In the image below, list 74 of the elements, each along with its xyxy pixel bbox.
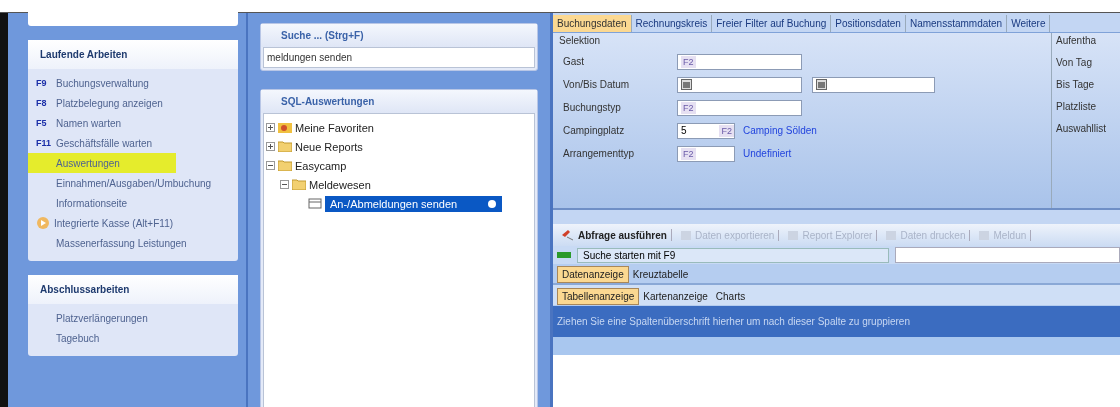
sidebar-item[interactable]: Platzverlängerungen (36, 308, 238, 328)
folder-icon (292, 179, 306, 190)
tab[interactable]: Rechnungskreis (631, 15, 713, 32)
sidebar-item[interactable]: Tagebuch (36, 328, 238, 348)
collapse-icon[interactable] (266, 161, 275, 170)
tab[interactable]: Charts (711, 288, 750, 305)
input-field[interactable]: F2 (677, 145, 735, 162)
calendar-icon[interactable] (681, 79, 692, 90)
tab[interactable]: Positionsdaten (831, 15, 906, 32)
field-label: Platzliste (1056, 101, 1097, 114)
group-title: Aufentha (1056, 35, 1098, 48)
folder-icon (278, 141, 292, 152)
tab[interactable]: Namensstammdaten (905, 15, 1008, 32)
sidebar-item[interactable]: F9 Buchungsverwaltung (36, 73, 238, 93)
brush-icon (561, 229, 575, 241)
calendar-icon[interactable] (816, 79, 827, 90)
tab[interactable]: Kreuztabelle (628, 266, 693, 283)
sidebar-item[interactable]: Massenerfassung Leistungen (36, 233, 238, 253)
input-field[interactable] (895, 247, 1120, 263)
tree-item[interactable]: Neue Reports (295, 140, 363, 153)
value-link[interactable]: Undefiniert (743, 148, 792, 159)
tab[interactable]: Freier Filter auf Buchung (712, 15, 832, 32)
favorites-folder-icon (278, 122, 292, 133)
tab[interactable]: Tabellenanzeige (557, 288, 640, 305)
collapse-icon[interactable] (280, 180, 289, 189)
input-field[interactable]: 5 F2 (677, 122, 735, 139)
value-link[interactable]: Camping Sölden (743, 125, 817, 136)
tree-item[interactable]: Meine Favoriten (295, 121, 374, 134)
panel-title: Suche ... (Strg+F) (261, 24, 537, 47)
date-field[interactable] (812, 76, 935, 93)
tab[interactable]: Datenanzeige (557, 266, 629, 283)
toolbar-icon (885, 229, 898, 241)
expand-icon[interactable] (266, 142, 275, 151)
date-field[interactable] (677, 76, 802, 93)
field-label: Gast (562, 56, 586, 67)
status-indicator (557, 252, 571, 258)
field-label: Auswahllist (1056, 123, 1108, 136)
folder-icon (278, 160, 292, 171)
toolbar-icon (679, 229, 692, 241)
field-label: Buchungstyp (562, 102, 622, 113)
field-label: Campingplatz (562, 125, 626, 136)
tab[interactable]: Weitere (1007, 15, 1051, 32)
field-label: Arrangementtyp (562, 148, 636, 159)
sidebar-item[interactable]: Informationseite (36, 193, 238, 213)
sidebar-item[interactable]: Einnahmen/Ausgaben/Umbuchung (36, 173, 238, 193)
sidebar-item[interactable]: Auswertungen (28, 153, 176, 173)
toolbar-icon (787, 229, 800, 241)
sidebar-item[interactable]: Integrierte Kasse (Alt+F11) (36, 213, 238, 233)
tab[interactable]: Buchungsdaten (553, 15, 632, 32)
tree-item[interactable]: Meldewesen (309, 178, 371, 191)
toolbar-icon (978, 229, 991, 241)
panel-title: SQL-Auswertungen (261, 90, 537, 113)
group-by-hint: Ziehen Sie eine Spaltenüberschrift hierher um nach dieser Spalte zu gruppieren (553, 306, 1120, 337)
input-field[interactable] (28, 12, 238, 26)
report-icon (308, 198, 322, 209)
input-field[interactable]: F2 (677, 99, 802, 116)
tree-item[interactable]: Easycamp (295, 159, 347, 172)
play-icon (36, 216, 50, 230)
status-text: Suche starten mit F9 (577, 247, 889, 263)
sidebar-item[interactable]: F11 Geschäftsfälle warten (36, 133, 238, 153)
sidebar-item[interactable]: F5 Namen warten (36, 113, 238, 133)
input-field[interactable]: F2 (677, 53, 802, 70)
field-label: Von Tag (1056, 57, 1093, 70)
group-title: Selektion (559, 35, 602, 46)
tab[interactable]: Kartenanzeige (639, 288, 712, 305)
tree-item[interactable]: An-/Abmeldungen senden (325, 195, 503, 212)
field-label: Von/Bis Datum (562, 79, 631, 90)
sidebar-item[interactable]: F8 Platzbelegung anzeigen (36, 93, 238, 113)
panel-title: Laufende Arbeiten (28, 40, 238, 69)
field-label: Bis Tage (1056, 79, 1096, 92)
toolbar-button[interactable]: Abfrage ausführen (557, 229, 672, 241)
panel-title: Abschlussarbeiten (28, 275, 238, 304)
expand-icon[interactable] (266, 123, 275, 132)
search-field[interactable]: meldungen senden (263, 47, 535, 68)
